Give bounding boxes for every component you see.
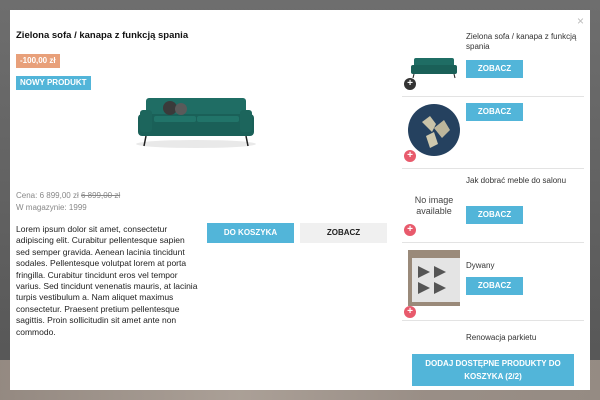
- related-item-name: Jak dobrać meble do salonu: [466, 176, 567, 185]
- price-label: Cena:: [16, 191, 38, 200]
- related-item-name: Dywany: [466, 261, 495, 270]
- related-sofa-thumbnail[interactable]: [408, 50, 460, 80]
- stock: W magazynie: 1999: [16, 203, 87, 212]
- price-old: 6 899,00 zł: [80, 191, 121, 200]
- plus-red-icon[interactable]: +: [404, 150, 416, 162]
- discount-badge: -100,00 zł: [16, 54, 60, 68]
- related-view-button[interactable]: ZOBACZ: [466, 206, 523, 224]
- no-image-placeholder: No image available: [414, 195, 454, 216]
- related-decor-thumbnail[interactable]: [408, 102, 460, 158]
- divider: [402, 96, 584, 97]
- stock-value: 1999: [68, 203, 87, 212]
- related-item-name: Renowacja parkietu: [466, 333, 537, 342]
- divider: [402, 168, 584, 169]
- related-products-sidebar: + Zielona sofa / kanapa z funkcją spania…: [402, 28, 584, 378]
- price-current: 6 899,00 zł: [39, 191, 79, 200]
- view-product-button[interactable]: ZOBACZ: [300, 223, 387, 243]
- divider: [402, 242, 584, 243]
- product-description: Lorem ipsum dolor sit amet, consectetur …: [16, 224, 198, 337]
- related-view-button[interactable]: ZOBACZ: [466, 60, 523, 78]
- plus-red-icon[interactable]: +: [404, 224, 416, 236]
- related-view-button[interactable]: ZOBACZ: [466, 277, 523, 295]
- divider: [402, 320, 584, 321]
- close-icon[interactable]: ×: [577, 14, 584, 28]
- add-all-to-cart-button[interactable]: DODAJ DOSTĘPNE PRODUKTY DO KOSZYKA (2/2): [412, 354, 574, 386]
- plus-dark-icon[interactable]: +: [404, 78, 416, 90]
- product-title: Zielona sofa / kanapa z funkcją spania: [16, 30, 189, 41]
- stock-label: W magazynie:: [16, 203, 67, 212]
- plus-red-icon[interactable]: +: [404, 306, 416, 318]
- product-image: [136, 98, 256, 148]
- related-item-name: Zielona sofa / kanapa z funkcją spania: [466, 32, 577, 51]
- new-product-badge: NOWY PRODUKT: [16, 76, 91, 90]
- price: Cena: 6 899,00 zł 6 899,00 zł: [16, 191, 120, 200]
- related-view-button[interactable]: ZOBACZ: [466, 103, 523, 121]
- related-rug-thumbnail[interactable]: [408, 250, 460, 306]
- add-to-cart-button[interactable]: DO KOSZYKA: [207, 223, 294, 243]
- product-modal: × Zielona sofa / kanapa z funkcją spania…: [10, 10, 590, 390]
